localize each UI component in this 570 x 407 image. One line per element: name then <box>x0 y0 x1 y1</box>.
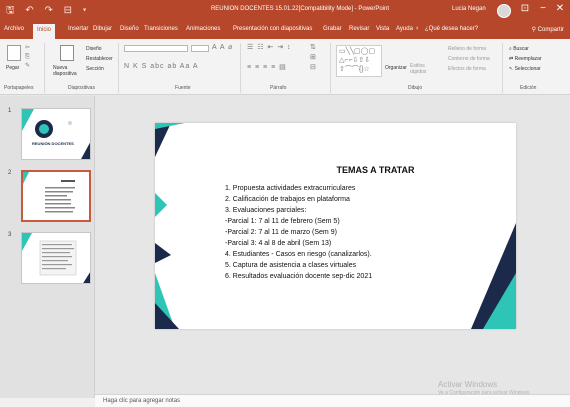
thumbnail-caption: REUNIÓN DOCENTES <box>32 141 74 146</box>
list-item: 2. Calificación de trabajos en plataform… <box>225 196 350 203</box>
watermark-subtitle: Ve a Configuración para activar Windows. <box>438 390 531 396</box>
list-indent-icons[interactable]: ☰ ☷ ⇤ ⇥ ↕ <box>247 43 292 51</box>
divider <box>240 43 241 93</box>
layout-button[interactable]: Diseño <box>86 46 102 52</box>
shape-effects-button[interactable]: Efectos de forma <box>448 66 486 72</box>
font-grow-shrink-icons[interactable]: A A ⌀ <box>212 43 233 51</box>
notes-placeholder[interactable]: Haga clic para agregar notas <box>103 398 180 404</box>
group-label-clipboard: Portapapeles <box>4 85 34 91</box>
list-item: 4. Estudiantes - Casos en riesgo (canali… <box>225 251 372 258</box>
status-bar <box>0 398 95 407</box>
tab-inicio[interactable]: Inicio <box>33 24 56 39</box>
shape-outline-button[interactable]: Contorno de forma <box>448 56 490 62</box>
tab-archivo[interactable]: Archivo <box>4 26 24 32</box>
slide-thumbnail-2[interactable] <box>21 170 91 222</box>
thumbnail-number: 2 <box>8 170 12 176</box>
select-label: Seleccionar <box>514 66 541 72</box>
tab-vista[interactable]: Vista <box>376 26 389 32</box>
quick-access-toolbar[interactable]: 🖫 ↶ ↷ ⊟ ▾ <box>6 3 90 20</box>
divider <box>502 43 503 93</box>
slide-body-list[interactable]: 1. Propuesta actividades extracurricular… <box>225 183 372 282</box>
slide-thumbnail-art <box>22 109 90 159</box>
replace-label: Reemplazar <box>514 56 542 62</box>
tab-animaciones[interactable]: Animaciones <box>186 26 220 32</box>
thumbnail-number: 1 <box>8 108 12 114</box>
tab-transiciones[interactable]: Transiciones <box>144 26 178 32</box>
slide-thumbnail-3[interactable] <box>21 232 91 284</box>
share-label: Compartir <box>537 27 564 33</box>
tab-insertar[interactable]: Insertar <box>68 26 88 32</box>
tab-diseno[interactable]: Diseño <box>120 26 139 32</box>
document-title: REUNION DOCENTES 15.01.22[Compatibility … <box>210 6 390 12</box>
group-label-editing: Edición <box>520 85 537 91</box>
shapes-gallery[interactable]: ▭╲╲▢◯▢ △⌐⌐⇩⇧⇩ ⇧⌒⌒{}☆ <box>336 45 382 77</box>
tab-dibujar[interactable]: Dibujar <box>93 26 112 32</box>
tell-me-search[interactable]: ¿Qué desea hacer? <box>425 26 478 32</box>
tab-presentacion[interactable]: Presentación con diapositivas <box>233 26 312 32</box>
slide-thumbnail-pane[interactable]: 1 REUNIÓN DOCENTES 2 3 <box>0 96 95 398</box>
slide-thumbnail-art <box>22 233 90 283</box>
quick-styles-button[interactable]: Estilos rápidos <box>410 63 434 75</box>
list-item: -Parcial 1: 7 al 11 de febrero (Sem 5) <box>225 218 340 225</box>
font-name-box[interactable] <box>124 45 188 52</box>
ribbon-tabs: Archivo Inicio Insertar Dibujar Diseño T… <box>0 22 570 39</box>
new-slide-button[interactable]: Nueva diapositiva <box>53 65 83 77</box>
watermark-title: Activar Windows <box>438 380 498 389</box>
list-item: 1. Propuesta actividades extracurricular… <box>225 185 356 192</box>
divider <box>44 43 45 93</box>
paste-button[interactable]: Pegar <box>6 65 19 71</box>
minimize-button[interactable]: − <box>536 3 550 14</box>
activation-watermark: Activar Windows Ve a Configuración para … <box>438 380 531 396</box>
ribbon: Pegar ✂ ⎘ ✎ Portapapeles Nueva diapositiva… <box>0 39 570 95</box>
new-slide-icon[interactable] <box>60 45 74 61</box>
font-format-buttons[interactable]: N K S abc ab Aa A <box>124 63 199 70</box>
list-item: -Parcial 3: 4 al 8 de abril (Sem 13) <box>225 240 332 247</box>
thumbnail-number: 3 <box>8 232 12 238</box>
close-button[interactable]: ✕ <box>553 3 567 14</box>
tab-grabar[interactable]: Grabar <box>323 26 342 32</box>
group-label-drawing: Dibujo <box>408 85 423 91</box>
arrange-button[interactable]: Organizar <box>385 65 407 71</box>
reset-button[interactable]: Restablecer <box>86 56 113 62</box>
group-label-font: Fuente <box>175 85 191 91</box>
font-size-box[interactable] <box>191 45 209 52</box>
lightbulb-icon: ♀ <box>415 26 420 32</box>
list-item: 3. Evaluaciones parciales: <box>225 207 307 214</box>
alignment-icons[interactable]: ≡ ≡ ≡ ≡ ▤ <box>247 63 287 71</box>
select-button[interactable]: ↖ Seleccionar <box>509 66 541 72</box>
cut-copy-icons[interactable]: ✂ ⎘ ✎ <box>25 44 31 71</box>
slide-canvas[interactable]: TEMAS A TRATAR 1. Propuesta actividades … <box>155 123 516 329</box>
tab-revisar[interactable]: Revisar <box>349 26 369 32</box>
shape-fill-button[interactable]: Relleno de forma <box>448 46 486 52</box>
section-button[interactable]: Sección <box>86 66 104 72</box>
list-item: -Parcial 2: 7 al 11 de marzo (Sem 9) <box>225 229 337 236</box>
clipboard-icon[interactable] <box>7 45 21 61</box>
group-label-slides: Diapositivas <box>68 85 95 91</box>
find-button[interactable]: ⌕ Buscar <box>509 46 529 52</box>
text-direction-icons[interactable]: ⇅ ⊞ ⊟ <box>310 43 317 73</box>
list-item: 5. Captura de asistencia a clases virtua… <box>225 262 357 269</box>
share-button[interactable]: ⚲ Compartir <box>532 26 564 33</box>
group-label-paragraph: Párrafo <box>270 85 287 91</box>
slide-thumbnail-art <box>23 172 75 213</box>
list-item: 6. Resultados evaluación docente sep-dic… <box>225 273 373 280</box>
replace-button[interactable]: ⇄ Reemplazar <box>509 56 542 62</box>
divider <box>330 43 331 93</box>
user-name[interactable]: Lucia Negan <box>452 6 486 12</box>
divider <box>118 43 119 93</box>
tab-ayuda[interactable]: Ayuda <box>396 26 413 32</box>
avatar[interactable] <box>497 4 511 18</box>
ribbon-display-options-icon[interactable]: ⊡ <box>518 3 532 14</box>
shapes-icons[interactable]: ▭╲╲▢◯▢ △⌐⌐⇩⇧⇩ ⇧⌒⌒{}☆ <box>339 47 375 74</box>
find-label: Buscar <box>513 46 529 52</box>
title-bar: 🖫 ↶ ↷ ⊟ ▾ REUNION DOCENTES 15.01.22[Comp… <box>0 0 570 22</box>
slide-title[interactable]: TEMAS A TRATAR <box>155 165 516 175</box>
slide-thumbnail-1[interactable]: REUNIÓN DOCENTES <box>21 108 91 160</box>
